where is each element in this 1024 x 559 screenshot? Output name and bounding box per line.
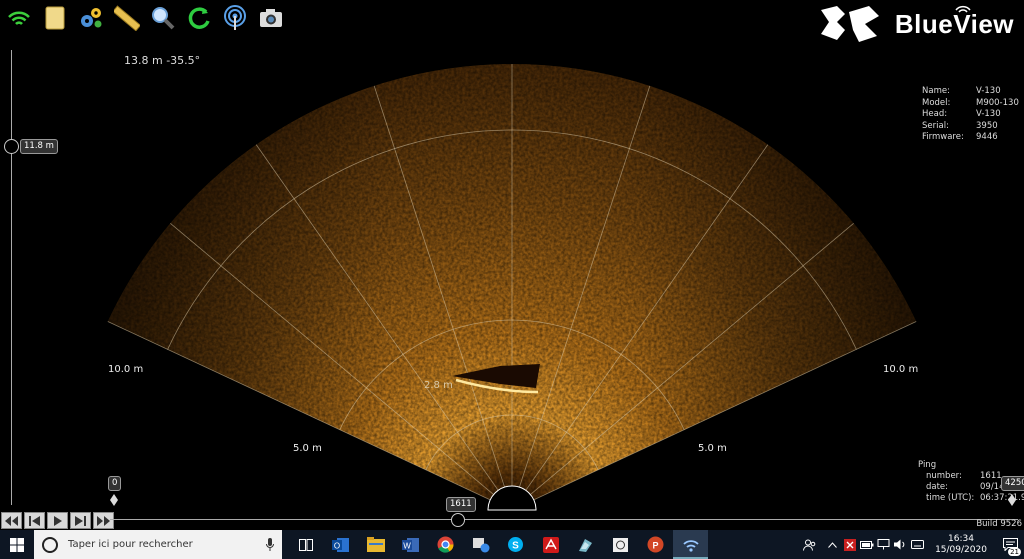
playback-controls (1, 512, 114, 529)
media-button[interactable] (603, 530, 638, 559)
svg-text:O: O (333, 541, 339, 550)
network-icon (877, 539, 890, 550)
range-label-target: 2.8 m (424, 380, 453, 391)
cortana-icon (42, 536, 58, 553)
svg-text:S: S (512, 541, 519, 552)
battery-icon (859, 540, 873, 549)
clock-time: 16:34 (948, 533, 974, 544)
file-explorer-button[interactable] (358, 530, 393, 559)
timeline-start-marker-bottom (110, 500, 118, 506)
volume-button[interactable] (892, 539, 909, 550)
action-center-button[interactable]: 21 (996, 530, 1024, 559)
step-back-icon (29, 515, 40, 526)
ping-title: Ping (918, 460, 937, 470)
windows-logo-icon (10, 537, 24, 552)
timeline-current-label: 1611 (446, 497, 476, 512)
network-app-icon (472, 537, 489, 552)
sonar-display[interactable] (0, 0, 1024, 530)
keyboard-icon (911, 540, 924, 549)
svg-text:P: P (652, 541, 658, 551)
chrome-button[interactable] (428, 530, 463, 559)
outlook-icon: O (331, 537, 349, 552)
file-explorer-icon (366, 537, 385, 552)
range-label-right-inner: 5.0 m (698, 443, 727, 454)
timeline-end-label: 4250 (1001, 476, 1024, 491)
microphone-icon[interactable] (266, 538, 274, 551)
people-button[interactable] (801, 539, 818, 551)
task-view-button[interactable] (288, 530, 323, 559)
volume-icon (894, 539, 905, 550)
shield-alert-icon (843, 538, 856, 551)
range-label-left-inner: 5.0 m (293, 443, 322, 454)
timeline-end-marker-bottom (1008, 500, 1016, 506)
acrobat-button[interactable] (533, 530, 568, 559)
powerpoint-icon: P (647, 536, 664, 553)
pdf-viewer-icon (579, 538, 592, 552)
powerpoint-button[interactable]: P (638, 530, 673, 559)
security-button[interactable] (841, 538, 858, 551)
people-icon (803, 539, 816, 551)
tray-expand-button[interactable] (824, 541, 841, 548)
task-view-icon (298, 538, 313, 551)
step-forward-icon (75, 515, 86, 526)
skype-icon: S (508, 537, 523, 552)
notification-count: 21 (1008, 548, 1021, 556)
fast-forward-button[interactable] (93, 512, 114, 529)
acrobat-icon (542, 536, 559, 553)
outlook-button[interactable]: O (323, 530, 358, 559)
chrome-icon (437, 536, 454, 553)
step-forward-button[interactable] (70, 512, 91, 529)
media-icon (613, 537, 628, 552)
timeline-start-label: 0 (108, 476, 122, 491)
range-label-left-outer: 10.0 m (108, 364, 144, 375)
play-button[interactable] (47, 512, 68, 529)
step-back-button[interactable] (24, 512, 45, 529)
play-icon (54, 515, 62, 526)
timeline-handle[interactable] (451, 513, 465, 527)
blueview-button[interactable] (673, 530, 708, 559)
range-label-right-outer: 10.0 m (883, 364, 919, 375)
pdf-viewer-button[interactable] (568, 530, 603, 559)
battery-button[interactable] (858, 540, 875, 549)
word-icon: W (401, 537, 419, 552)
skype-button[interactable]: S (498, 530, 533, 559)
windows-taskbar: Taper ici pour rechercher O W S P 16:34 … (0, 530, 1024, 559)
search-placeholder: Taper ici pour rechercher (68, 539, 193, 550)
start-button[interactable] (0, 530, 34, 559)
timeline-track[interactable] (110, 519, 1018, 520)
clock-date: 15/09/2020 (935, 544, 987, 555)
blueview-icon (682, 539, 699, 552)
network-app-button[interactable] (463, 530, 498, 559)
taskbar-apps: O W S P (288, 530, 708, 559)
taskbar-search[interactable]: Taper ici pour rechercher (34, 530, 282, 559)
taskbar-clock[interactable]: 16:34 15/09/2020 (926, 534, 996, 556)
rewind-icon (5, 515, 18, 526)
rewind-button[interactable] (1, 512, 22, 529)
word-button[interactable]: W (393, 530, 428, 559)
svg-text:W: W (403, 541, 411, 550)
system-tray: 16:34 15/09/2020 21 (801, 530, 1024, 559)
build-label: Build 9526 (976, 519, 1022, 529)
chevron-up-icon (828, 541, 837, 548)
language-button[interactable] (909, 540, 926, 549)
fast-forward-icon (97, 515, 110, 526)
network-button[interactable] (875, 539, 892, 550)
